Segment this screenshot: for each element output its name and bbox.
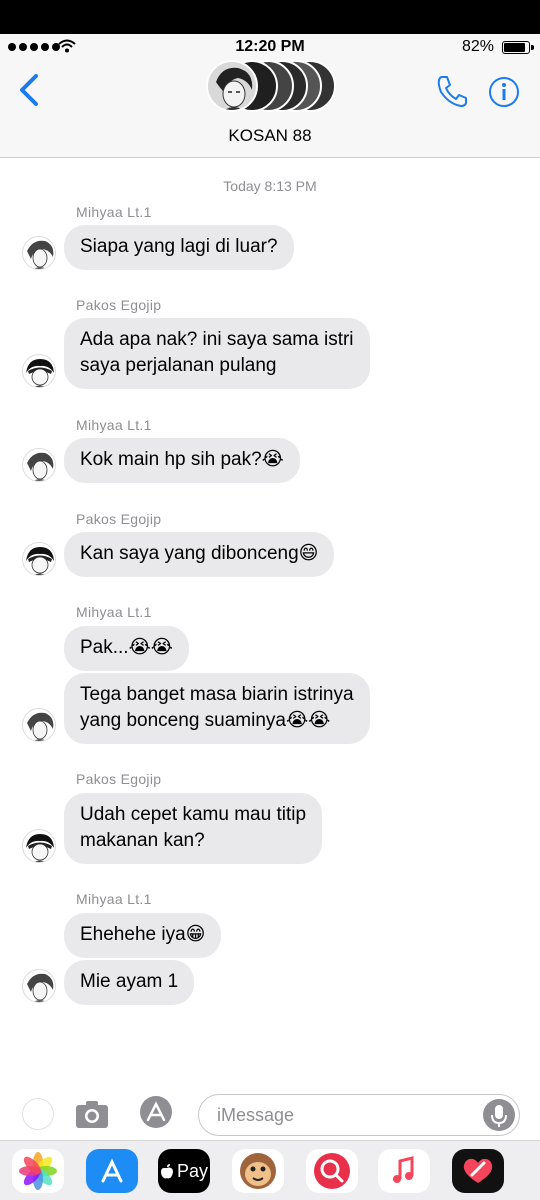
- message-bubble[interactable]: Kan saya yang dibonceng😄: [64, 532, 335, 577]
- sender-avatar: [22, 829, 56, 863]
- top-band: [0, 0, 540, 34]
- apple-pay-icon[interactable]: Pay: [158, 1149, 210, 1193]
- photos-app-icon[interactable]: [12, 1149, 64, 1193]
- web-images-icon[interactable]: [306, 1149, 358, 1193]
- camera-icon[interactable]: [74, 1098, 110, 1130]
- apple-logo-icon: [160, 1164, 173, 1179]
- info-icon[interactable]: [488, 76, 520, 108]
- app-drawer: Pay: [0, 1140, 540, 1200]
- sender-avatar: [22, 708, 56, 742]
- sender-avatar: [22, 542, 56, 576]
- message-composer: iMessage: [0, 1086, 540, 1142]
- battery-percentage: 82%: [461, 38, 494, 55]
- digital-touch-icon[interactable]: [452, 1149, 504, 1193]
- apps-toggle-button[interactable]: [22, 1098, 54, 1130]
- apple-pay-label: Pay: [176, 1160, 209, 1181]
- group-avatars[interactable]: [206, 60, 336, 114]
- animoji-icon[interactable]: [232, 1149, 284, 1193]
- message-bubble[interactable]: Ada apa nak? ini saya sama istri saya pe…: [64, 318, 370, 389]
- sender-name: Pakos Egojip: [76, 297, 162, 313]
- message-bubble[interactable]: Pak...😭😭: [64, 626, 189, 671]
- conversation-timestamp: Today 8:13 PM: [223, 178, 317, 194]
- message-bubble[interactable]: Kok main hp sih pak?😭: [64, 438, 300, 483]
- microphone-icon[interactable]: [483, 1099, 515, 1131]
- sender-name: Pakos Egojip: [76, 771, 162, 787]
- conversation-header: KOSAN 88: [0, 60, 540, 158]
- sender-name: Mihyaa Lt.1: [76, 417, 152, 433]
- group-member-avatar: [206, 60, 258, 112]
- message-bubble[interactable]: Siapa yang lagi di luar?: [64, 225, 294, 270]
- message-bubble[interactable]: Udah cepet kamu mau titip makanan kan?: [64, 793, 323, 864]
- back-chevron-icon[interactable]: [16, 72, 42, 108]
- message-input-placeholder: iMessage: [217, 1105, 295, 1125]
- phone-call-icon[interactable]: [436, 74, 468, 108]
- message-input[interactable]: iMessage: [198, 1094, 520, 1136]
- battery-icon: [502, 41, 534, 54]
- sender-name: Pakos Egojip: [76, 511, 162, 527]
- sender-name: Mihyaa Lt.1: [76, 604, 152, 620]
- app-store-button-icon[interactable]: [134, 1094, 178, 1130]
- sender-avatar: [22, 969, 56, 1003]
- sender-name: Mihyaa Lt.1: [76, 891, 152, 907]
- message-bubble[interactable]: Ehehehe iya😁: [64, 913, 222, 958]
- sender-avatar: [22, 354, 56, 388]
- sender-avatar: [22, 236, 56, 270]
- status-bar: 12:20 PM 82%: [0, 34, 540, 60]
- music-icon[interactable]: [378, 1149, 430, 1193]
- app-store-icon[interactable]: [86, 1149, 138, 1193]
- conversation-title[interactable]: KOSAN 88: [0, 126, 540, 146]
- sender-name: Mihyaa Lt.1: [76, 204, 152, 220]
- sender-avatar: [22, 448, 56, 482]
- status-time: 12:20 PM: [235, 38, 305, 55]
- message-bubble[interactable]: Tega banget masa biarin istrinya yang bo…: [64, 673, 370, 744]
- message-bubble[interactable]: Mie ayam 1: [64, 960, 195, 1005]
